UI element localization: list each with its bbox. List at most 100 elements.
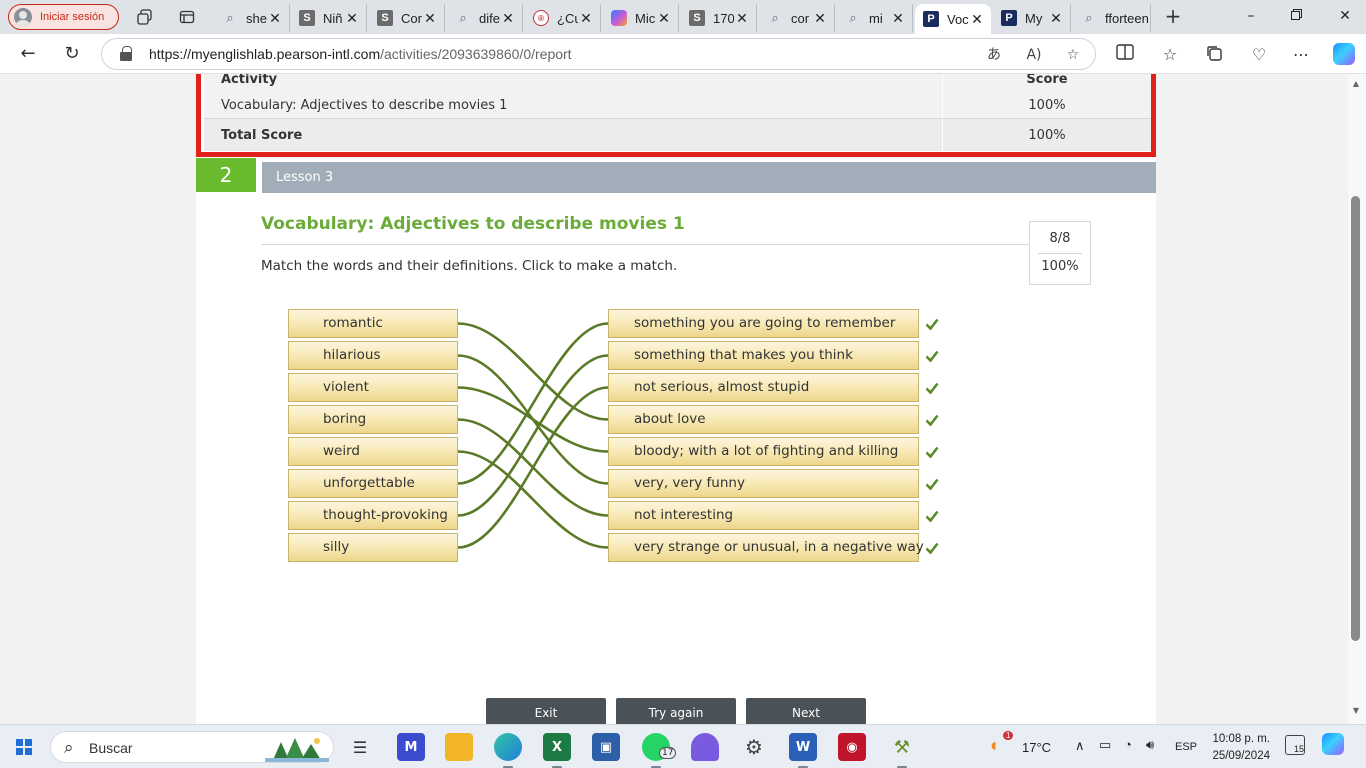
definition-item[interactable]: very, very funny: [608, 469, 919, 498]
copilot-taskbar-icon[interactable]: [1322, 733, 1344, 755]
browser-tab[interactable]: S Niñ ✕: [291, 4, 367, 32]
signin-button[interactable]: Iniciar sesión: [8, 4, 119, 30]
clock[interactable]: 10:08 p. m. 25/09/2024: [1206, 731, 1270, 765]
definition-item[interactable]: very strange or unusual, in a negative w…: [608, 533, 924, 562]
taskbar-search[interactable]: ⌕ Buscar: [50, 731, 334, 763]
word-icon[interactable]: W: [789, 733, 817, 768]
definition-item[interactable]: something you are going to remember: [608, 309, 919, 338]
minimize-icon[interactable]: –: [1241, 6, 1261, 26]
browser-tab[interactable]: ⌕ she ✕: [214, 4, 290, 32]
volume-icon[interactable]: 🔊︎: [1146, 737, 1154, 753]
more-options-icon[interactable]: ⋯: [1290, 44, 1312, 66]
browser-essentials-icon[interactable]: ♡: [1248, 44, 1270, 66]
total-score-value: 100%: [1028, 128, 1066, 143]
restore-icon[interactable]: [1286, 6, 1306, 26]
exit-button[interactable]: Exit: [486, 698, 606, 724]
excel-icon[interactable]: X: [543, 733, 571, 768]
whatsapp-icon[interactable]: 17: [642, 733, 677, 768]
close-tab-icon[interactable]: ✕: [969, 11, 985, 28]
favorite-star-icon[interactable]: ☆: [1063, 45, 1083, 65]
word-item[interactable]: weird: [288, 437, 458, 466]
search-icon: ⌕: [1085, 10, 1093, 25]
definition-item[interactable]: something that makes you think: [608, 341, 919, 370]
task-view-icon[interactable]: ☰: [346, 733, 374, 761]
definition-item[interactable]: not serious, almost stupid: [608, 373, 919, 402]
app-icon-purple[interactable]: [691, 733, 719, 761]
app-icon-tools[interactable]: ⚒: [888, 733, 916, 768]
browser-tab[interactable]: Mic ✕: [603, 4, 679, 32]
close-tab-icon[interactable]: ✕: [578, 10, 594, 27]
pearson-icon: P: [923, 11, 939, 27]
word-item[interactable]: boring: [288, 405, 458, 434]
word-item[interactable]: thought-provoking: [288, 501, 458, 530]
word-item[interactable]: hilarious: [288, 341, 458, 370]
refresh-icon[interactable]: ↻: [61, 43, 83, 65]
next-button[interactable]: Next: [746, 698, 866, 724]
word-item[interactable]: violent: [288, 373, 458, 402]
browser-tab[interactable]: ⌕ cor ✕: [759, 4, 835, 32]
app-icon-editor[interactable]: M: [397, 733, 425, 761]
weather-icon[interactable]: ◐: [990, 735, 1001, 756]
weather-badge: 1: [1003, 731, 1014, 740]
scroll-down-icon[interactable]: ▼: [1350, 706, 1362, 718]
file-explorer-icon[interactable]: [445, 733, 473, 761]
close-tab-icon[interactable]: ✕: [344, 10, 360, 27]
definition-item[interactable]: about love: [608, 405, 919, 434]
browser-tab[interactable]: P My ✕: [993, 4, 1071, 32]
collections-icon[interactable]: [1203, 44, 1225, 66]
scrollbar-thumb[interactable]: [1351, 196, 1360, 641]
table-row: Vocabulary: Adjectives to describe movie…: [204, 93, 1151, 118]
close-window-icon[interactable]: ✕: [1335, 6, 1355, 26]
profile-avatar-icon: [14, 8, 32, 26]
wifi-icon[interactable]: ◔: [1124, 737, 1132, 752]
notifications-icon[interactable]: 15: [1285, 735, 1305, 755]
correct-check-icon: [925, 382, 939, 395]
search-icon: ⌕: [64, 738, 74, 758]
split-screen-icon[interactable]: [1114, 44, 1136, 66]
tab-actions-icon[interactable]: [177, 7, 197, 27]
settings-gear-icon[interactable]: ⚙: [740, 733, 768, 761]
edge-browser-icon[interactable]: [494, 733, 522, 768]
screen: Iniciar sesión ⌕ she ✕ S Niñ ✕ S Cor ✕ ⌕ dife ✕ ® ¿Cu…: [0, 0, 1366, 768]
read-aloud-icon[interactable]: A): [1024, 45, 1044, 65]
virtualbox-icon[interactable]: ▣: [592, 733, 620, 761]
page-scrollbar[interactable]: ▲ ▼: [1348, 74, 1366, 724]
close-tab-icon[interactable]: ✕: [812, 10, 828, 27]
close-tab-icon[interactable]: ✕: [656, 10, 672, 27]
close-tab-icon[interactable]: ✕: [734, 10, 750, 27]
new-tab-icon[interactable]: +: [1162, 5, 1184, 27]
word-item[interactable]: silly: [288, 533, 458, 562]
browser-tab[interactable]: P Voc ✕: [915, 4, 991, 34]
address-bar[interactable]: https://myenglishlab.pearson-intl.com/ac…: [101, 38, 1096, 70]
browser-tab[interactable]: S 170 ✕: [681, 4, 757, 32]
back-icon[interactable]: ←: [17, 43, 39, 65]
try-again-button[interactable]: Try again: [616, 698, 736, 724]
copilot-icon[interactable]: [1333, 43, 1355, 65]
scroll-up-icon[interactable]: ▲: [1350, 79, 1362, 91]
app-icon-red[interactable]: ◉: [838, 733, 866, 761]
word-item[interactable]: unforgettable: [288, 469, 458, 498]
workspaces-icon[interactable]: [135, 7, 155, 27]
close-tab-icon[interactable]: ✕: [1048, 10, 1064, 27]
windows-start-icon[interactable]: [16, 739, 32, 755]
total-score-row: Total Score 100%: [204, 118, 1151, 151]
definition-item[interactable]: not interesting: [608, 501, 919, 530]
favorites-icon[interactable]: ☆: [1159, 44, 1181, 66]
temperature-text[interactable]: 17°C: [1022, 740, 1051, 755]
close-tab-icon[interactable]: ✕: [422, 10, 438, 27]
browser-tab[interactable]: ® ¿Cu ✕: [525, 4, 601, 32]
language-indicator[interactable]: ESP: [1175, 741, 1197, 753]
definition-item[interactable]: bloody; with a lot of fighting and killi…: [608, 437, 919, 466]
close-tab-icon[interactable]: ✕: [890, 10, 906, 27]
activity-score-box: 8/8 100%: [1029, 221, 1091, 285]
translate-icon[interactable]: あ: [984, 45, 1004, 65]
show-hidden-icons-icon[interactable]: ∧: [1075, 738, 1085, 754]
battery-icon[interactable]: ▭: [1099, 737, 1111, 753]
close-tab-icon[interactable]: ✕: [267, 10, 283, 27]
browser-tab[interactable]: ⌕ mi ✕: [837, 4, 913, 32]
close-tab-icon[interactable]: ✕: [500, 10, 516, 27]
word-item[interactable]: romantic: [288, 309, 458, 338]
browser-tab[interactable]: S Cor ✕: [369, 4, 445, 32]
browser-tab[interactable]: ⌕ dife ✕: [447, 4, 523, 32]
browser-tab[interactable]: ⌕ fforteen: [1073, 4, 1151, 32]
